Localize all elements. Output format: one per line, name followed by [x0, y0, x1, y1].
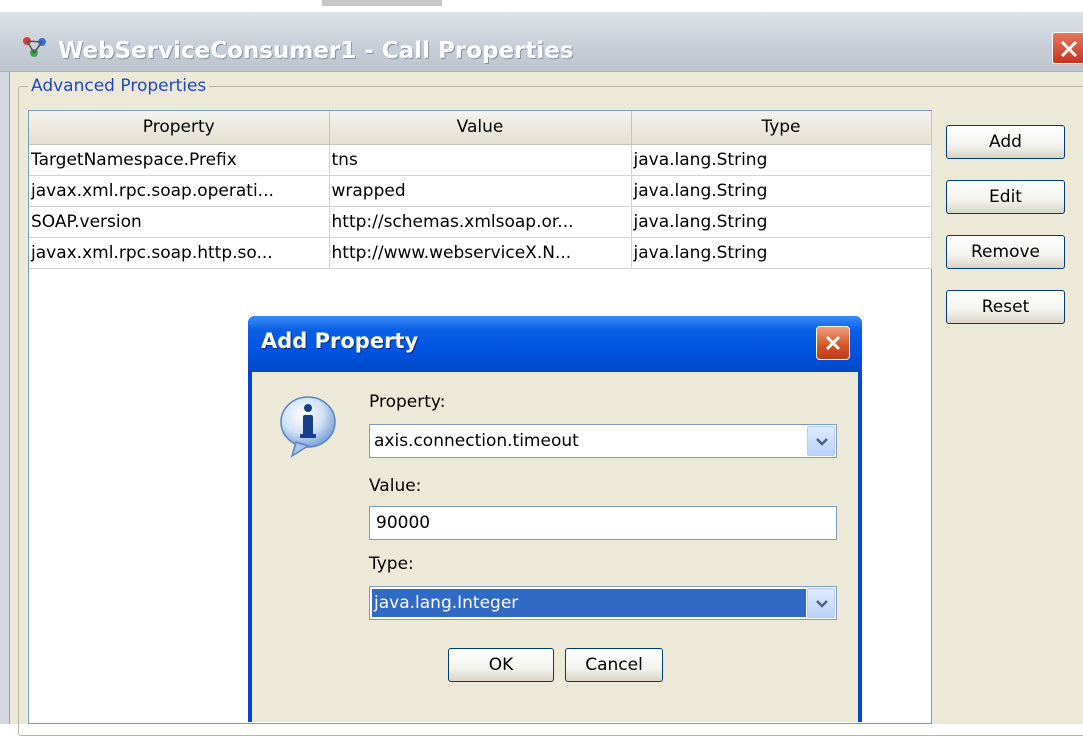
window-titlebar[interactable]: WebServiceConsumer1 - Call Properties	[0, 12, 1083, 72]
cell-value: http://www.webserviceX.N...	[329, 237, 632, 269]
ok-button[interactable]: OK	[448, 648, 554, 682]
close-icon	[825, 335, 841, 351]
close-icon	[1060, 40, 1078, 58]
background-strip	[0, 0, 1083, 12]
window-title: WebServiceConsumer1 - Call Properties	[58, 38, 574, 64]
dialog-close-button[interactable]	[816, 326, 850, 360]
window-left-border	[0, 72, 10, 724]
cell-property: javax.xml.rpc.soap.operati...	[29, 175, 330, 207]
property-label: Property:	[369, 392, 446, 412]
cell-value: http://schemas.xmlsoap.or...	[329, 206, 632, 238]
cancel-button[interactable]: Cancel	[565, 648, 663, 682]
table-row[interactable]: javax.xml.rpc.soap.operati... wrapped ja…	[29, 175, 932, 207]
type-label: Type:	[369, 554, 414, 574]
type-dropdown-button[interactable]	[807, 588, 835, 618]
value-field[interactable]: 90000	[369, 506, 837, 540]
cell-property: javax.xml.rpc.soap.http.so...	[29, 237, 330, 269]
column-header-property[interactable]: Property	[29, 111, 330, 145]
table-row[interactable]: TargetNamespace.Prefix tns java.lang.Str…	[29, 144, 932, 176]
table-row[interactable]: SOAP.version http://schemas.xmlsoap.or..…	[29, 206, 932, 238]
cell-property: SOAP.version	[29, 206, 330, 238]
type-select-value: java.lang.Integer	[372, 589, 806, 617]
cell-type: java.lang.String	[631, 144, 932, 176]
group-label: Advanced Properties	[28, 76, 210, 96]
property-dropdown-button[interactable]	[807, 426, 835, 456]
type-select[interactable]: java.lang.Integer	[369, 586, 837, 620]
webservice-icon	[22, 36, 48, 58]
window-close-button[interactable]	[1052, 32, 1083, 64]
chevron-down-icon	[816, 600, 828, 608]
table-row[interactable]: javax.xml.rpc.soap.http.so... http://www…	[29, 237, 932, 269]
dialog-titlebar[interactable]: Add Property	[248, 316, 862, 372]
property-select-value: axis.connection.timeout	[374, 431, 579, 451]
table-header-row: Property Value Type	[29, 111, 932, 145]
background-fragment	[322, 0, 442, 6]
information-icon	[278, 394, 338, 462]
cell-property: TargetNamespace.Prefix	[29, 144, 330, 176]
edit-button[interactable]: Edit	[946, 180, 1065, 214]
cell-type: java.lang.String	[631, 175, 932, 207]
column-header-value[interactable]: Value	[329, 111, 632, 145]
cell-value: wrapped	[329, 175, 632, 207]
column-header-type[interactable]: Type	[631, 111, 932, 145]
property-select[interactable]: axis.connection.timeout	[369, 424, 837, 458]
value-label: Value:	[369, 476, 422, 496]
cell-type: java.lang.String	[631, 206, 932, 238]
cell-value: tns	[329, 144, 632, 176]
cell-type: java.lang.String	[631, 237, 932, 269]
reset-button[interactable]: Reset	[946, 290, 1065, 324]
remove-button[interactable]: Remove	[946, 235, 1065, 269]
chevron-down-icon	[816, 438, 828, 446]
dialog-title: Add Property	[261, 329, 419, 353]
add-button[interactable]: Add	[946, 125, 1065, 159]
